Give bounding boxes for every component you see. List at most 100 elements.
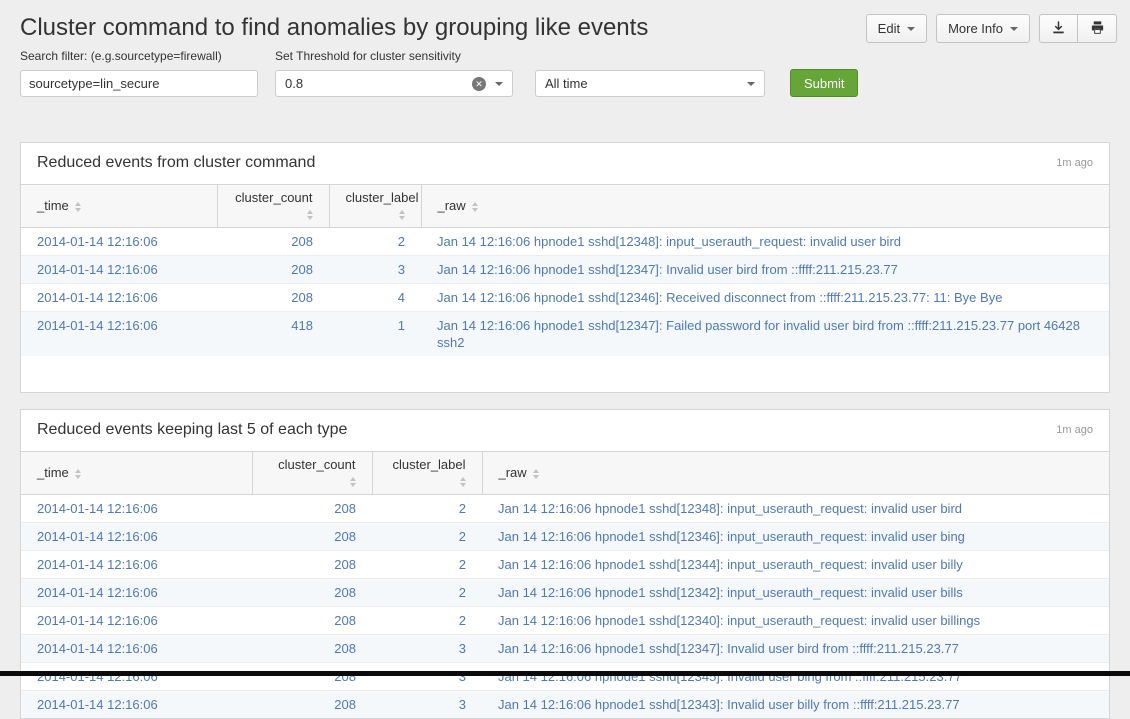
cell-value[interactable]: 2	[459, 613, 466, 628]
sort-icon	[533, 469, 539, 479]
column-header-label: cluster_count	[278, 457, 355, 472]
cell-value[interactable]: 2014-01-14 12:16:06	[37, 697, 158, 712]
column-header-raw[interactable]: _raw	[482, 452, 1109, 495]
cell-value[interactable]: 418	[291, 318, 313, 333]
threshold-value: 0.8	[285, 76, 472, 91]
cell-cluster-label: 2	[372, 551, 482, 579]
cell-value[interactable]: Jan 14 12:16:06 hpnode1 sshd[12342]: inp…	[498, 585, 963, 600]
filters-bar: Search filter: (e.g.sourcetype=firewall)…	[0, 43, 1130, 97]
column-header-cluster-count[interactable]: cluster_count	[217, 185, 329, 228]
table-row: 2014-01-14 12:16:06 208 2 Jan 14 12:16:06 h…	[21, 495, 1109, 523]
threshold-combobox[interactable]: 0.8 ✕	[275, 70, 513, 97]
column-header-label: _raw	[438, 198, 466, 213]
cell-value[interactable]: Jan 14 12:16:06 hpnode1 sshd[12340]: inp…	[498, 613, 980, 628]
panel-header: Reduced events from cluster command 1m a…	[21, 143, 1109, 184]
export-button[interactable]	[1039, 14, 1078, 43]
table-row: 2014-01-14 12:16:06 418 1 Jan 14 12:16:06 h…	[21, 312, 1109, 357]
cell-cluster-count: 208	[252, 607, 372, 635]
edit-button[interactable]: Edit	[866, 14, 927, 43]
submit-button[interactable]: Submit	[790, 69, 858, 97]
cell-value[interactable]: 3	[459, 697, 466, 712]
cell-value[interactable]: 208	[334, 557, 356, 572]
cell-value[interactable]: 2	[459, 529, 466, 544]
cell-value[interactable]: Jan 14 12:16:06 hpnode1 sshd[12346]: Rec…	[437, 290, 1002, 305]
cell-value[interactable]: 2014-01-14 12:16:06	[37, 613, 158, 628]
cell-value[interactable]: 208	[334, 697, 356, 712]
cell-value[interactable]: 208	[291, 262, 313, 277]
cell-value[interactable]: Jan 14 12:16:06 hpnode1 sshd[12344]: inp…	[498, 557, 963, 572]
search-filter-input[interactable]	[20, 70, 258, 97]
table-row: 2014-01-14 12:16:06 208 2 Jan 14 12:16:06 h…	[21, 523, 1109, 551]
chevron-down-icon	[495, 82, 503, 86]
table-wrap: _time cluster_count cluster_label_raw 2014…	[21, 451, 1109, 718]
cell-value[interactable]: 2014-01-14 12:16:06	[37, 234, 158, 249]
table-row: 2014-01-14 12:16:06 208 2 Jan 14 12:16:06 h…	[21, 607, 1109, 635]
cell-value[interactable]: 208	[334, 585, 356, 600]
cell-value[interactable]: 2	[459, 557, 466, 572]
column-header-time[interactable]: _time	[21, 185, 217, 228]
cell-value[interactable]: 3	[398, 262, 405, 277]
cell-value[interactable]: Jan 14 12:16:06 hpnode1 sshd[12347]: Inv…	[498, 641, 959, 656]
column-header-raw[interactable]: _raw	[421, 185, 1109, 228]
cell-value[interactable]: 2014-01-14 12:16:06	[37, 501, 158, 516]
cell-value[interactable]: 2	[459, 585, 466, 600]
cell-value[interactable]: 2014-01-14 12:16:06	[37, 318, 158, 333]
cell-value[interactable]: 208	[291, 234, 313, 249]
column-header-time[interactable]: _time	[21, 452, 252, 495]
cell-cluster-count: 208	[252, 523, 372, 551]
cell-raw: Jan 14 12:16:06 hpnode1 sshd[12347]: Fai…	[421, 312, 1109, 357]
cell-value[interactable]: 2	[398, 234, 405, 249]
more-info-button[interactable]: More Info	[936, 14, 1030, 43]
cell-cluster-label: 2	[372, 523, 482, 551]
cell-time: 2014-01-14 12:16:06	[21, 523, 252, 551]
cell-value[interactable]: 1	[398, 318, 405, 333]
cell-value[interactable]: Jan 14 12:16:06 hpnode1 sshd[12348]: inp…	[498, 501, 962, 516]
table-row: 2014-01-14 12:16:06 208 2 Jan 14 12:16:06 h…	[21, 579, 1109, 607]
cell-value[interactable]: Jan 14 12:16:06 hpnode1 sshd[12346]: inp…	[498, 529, 965, 544]
panel-age: 1m ago	[1056, 424, 1093, 436]
cell-value[interactable]: Jan 14 12:16:06 hpnode1 sshd[12347]: Fai…	[437, 318, 1080, 350]
cell-value[interactable]: 2014-01-14 12:16:06	[37, 641, 158, 656]
cell-value[interactable]: 208	[334, 613, 356, 628]
cell-value[interactable]: 3	[459, 641, 466, 656]
column-header-cluster-count[interactable]: cluster_count	[252, 452, 372, 495]
cell-cluster-label: 2	[372, 495, 482, 523]
table-header-row: _time cluster_count cluster_label_raw	[21, 452, 1109, 495]
cell-value[interactable]: 2014-01-14 12:16:06	[37, 585, 158, 600]
cell-value[interactable]: 4	[398, 290, 405, 305]
cell-value[interactable]: Jan 14 12:16:06 hpnode1 sshd[12343]: Inv…	[498, 697, 960, 712]
search-filter-block: Search filter: (e.g.sourcetype=firewall)	[20, 49, 258, 97]
cell-value[interactable]: Jan 14 12:16:06 hpnode1 sshd[12348]: inp…	[437, 234, 901, 249]
panel-title: Reduced events keeping last 5 of each ty…	[37, 421, 347, 439]
cell-raw: Jan 14 12:16:06 hpnode1 sshd[12347]: Inv…	[421, 256, 1109, 284]
cell-value[interactable]: 208	[291, 290, 313, 305]
cell-value[interactable]: 208	[334, 501, 356, 516]
cell-cluster-label: 1	[329, 312, 421, 357]
print-button[interactable]	[1078, 14, 1117, 43]
column-header-cluster-label[interactable]: cluster_label	[372, 452, 482, 495]
cell-value[interactable]: 2014-01-14 12:16:06	[37, 262, 158, 277]
table-row: 2014-01-14 12:16:06 208 2 Jan 14 12:16:06 h…	[21, 551, 1109, 579]
sort-icon	[307, 210, 313, 220]
cell-value[interactable]: Jan 14 12:16:06 hpnode1 sshd[12347]: Inv…	[437, 262, 898, 277]
column-header-label: cluster_count	[235, 190, 312, 205]
cell-value[interactable]: 208	[334, 529, 356, 544]
cell-time: 2014-01-14 12:16:06	[21, 663, 252, 691]
clear-icon[interactable]: ✕	[472, 77, 486, 91]
cell-time: 2014-01-14 12:16:06	[21, 691, 252, 719]
results-table: _time cluster_count cluster_label_raw 2014…	[21, 451, 1109, 718]
cell-cluster-count: 208	[252, 691, 372, 719]
cell-value[interactable]: 2	[459, 501, 466, 516]
cell-cluster-label: 3	[372, 691, 482, 719]
cell-cluster-count: 208	[252, 579, 372, 607]
time-range-picker[interactable]: All time	[535, 70, 765, 97]
column-header-cluster-label[interactable]: cluster_label	[329, 185, 421, 228]
cell-value[interactable]: 2014-01-14 12:16:06	[37, 290, 158, 305]
printer-icon	[1090, 20, 1105, 38]
cell-value[interactable]: 2014-01-14 12:16:06	[37, 557, 158, 572]
results-table: _time cluster_count cluster_label _raw 2014…	[21, 184, 1109, 356]
cell-time: 2014-01-14 12:16:06	[21, 607, 252, 635]
edit-button-label: Edit	[878, 21, 900, 36]
cell-value[interactable]: 2014-01-14 12:16:06	[37, 529, 158, 544]
cell-value[interactable]: 208	[334, 641, 356, 656]
